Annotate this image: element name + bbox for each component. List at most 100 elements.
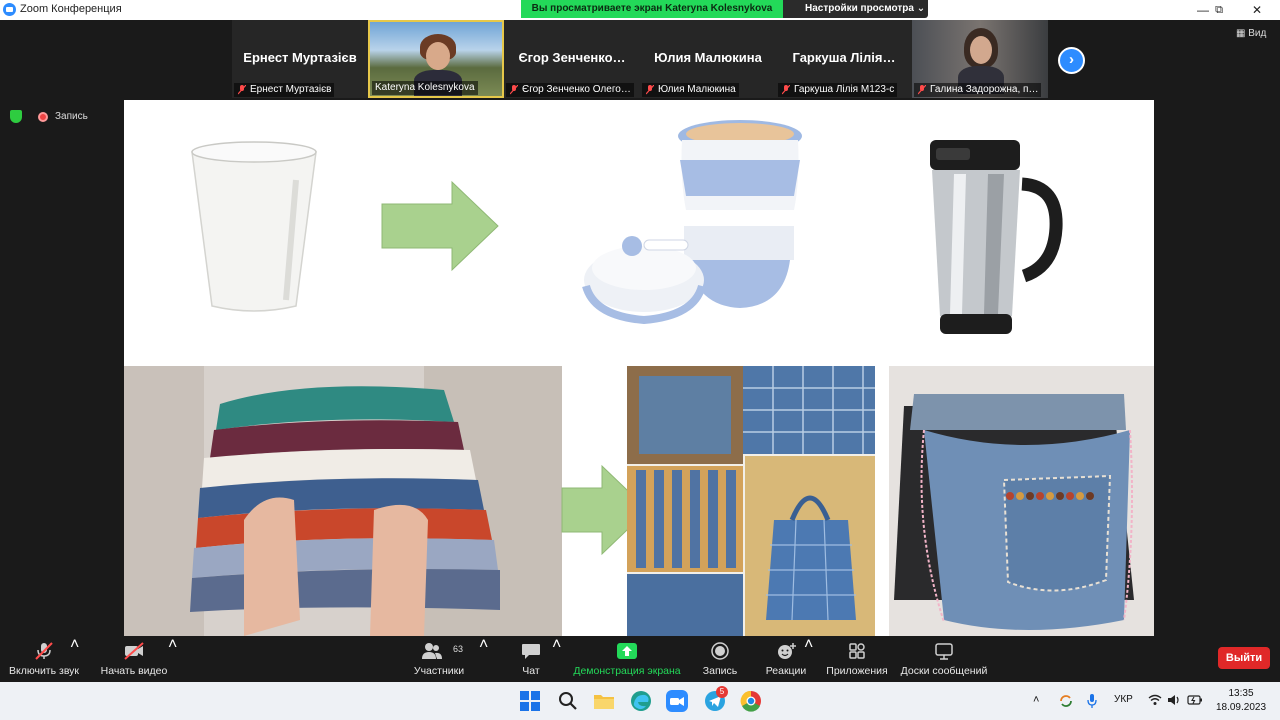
participant-caption-text: Kateryna Kolesnykova xyxy=(375,82,475,93)
microphone-icon[interactable] xyxy=(1086,693,1098,709)
record-button[interactable]: Запись xyxy=(696,636,744,682)
recording-dot-icon xyxy=(38,112,48,122)
participant-name-large: Юлия Малюкина xyxy=(654,50,762,65)
windows-start-icon[interactable] xyxy=(517,688,543,714)
slide-content xyxy=(124,120,1154,636)
battery-icon[interactable] xyxy=(1187,694,1203,706)
share-status-text: Вы просматриваете экран Kateryna Kolesny… xyxy=(521,0,783,18)
start-video-label: Начать видео xyxy=(100,665,168,677)
participant-caption-text: Галина Задорожна, п… xyxy=(930,84,1039,95)
whiteboard-icon xyxy=(935,643,953,660)
participant-tile[interactable]: Єгор Зенченко… Єгор Зенченко Олего… xyxy=(504,20,640,98)
video-off-icon xyxy=(124,642,144,660)
apps-label: Приложения xyxy=(826,665,888,677)
record-icon xyxy=(711,642,729,660)
participant-caption-text: Гаркуша Лілія М123-с xyxy=(794,84,895,95)
arrow-right-icon xyxy=(381,180,499,272)
next-page-button[interactable]: › xyxy=(1058,47,1085,74)
video-options-chevron-icon[interactable]: ˄ xyxy=(168,636,177,654)
view-button[interactable]: ▦ Вид xyxy=(1236,28,1266,39)
participant-name-large: Гаркуша Лілія… xyxy=(792,50,896,65)
unmute-label: Включить звук xyxy=(8,665,80,677)
participants-count: 63 xyxy=(453,644,464,654)
participant-face xyxy=(970,36,992,64)
denim-collage-image xyxy=(627,366,875,636)
participant-tile-video[interactable]: Галина Задорожна, п… xyxy=(912,20,1048,98)
windows-taskbar: 5 ˄ УКР 13:35 18.09.2023 xyxy=(0,682,1280,720)
participant-caption: Юлия Малюкина xyxy=(642,83,739,97)
participant-caption: Галина Задорожна, п… xyxy=(914,83,1042,97)
zoom-app-icon[interactable] xyxy=(664,688,690,714)
muted-mic-icon xyxy=(35,642,53,660)
meeting-toolbar: Включить звук ˄ Начать видео ˄ 63 Участн… xyxy=(0,636,1280,682)
share-screen-button[interactable]: Демонстрация экрана xyxy=(570,636,684,682)
participant-tile[interactable]: Гаркуша Лілія… Гаркуша Лілія М123-с xyxy=(776,20,912,98)
share-screen-icon xyxy=(617,643,637,659)
participant-caption: Єгор Зенченко Олего… xyxy=(506,83,634,97)
leave-meeting-button[interactable]: Выйти xyxy=(1218,647,1270,669)
travel-mug-image xyxy=(930,140,1063,334)
reactions-icon xyxy=(778,643,796,659)
chat-chevron-icon[interactable]: ˄ xyxy=(552,636,561,654)
shield-icon xyxy=(10,110,22,123)
whiteboards-button[interactable]: Доски сообщений xyxy=(896,636,992,682)
file-explorer-icon[interactable] xyxy=(591,688,617,714)
participants-icon xyxy=(422,643,442,659)
clothes-stack-image xyxy=(124,366,562,636)
maximize-button[interactable]: ⧉ xyxy=(1204,1,1234,19)
muted-mic-icon xyxy=(238,85,246,95)
participants-button[interactable]: 63 Участники xyxy=(408,636,470,682)
telegram-badge: 5 xyxy=(716,686,728,698)
participant-tile[interactable]: Юлия Малюкина Юлия Малюкина xyxy=(640,20,776,98)
reactions-chevron-icon[interactable]: ˄ xyxy=(804,636,813,654)
close-button[interactable]: ✕ xyxy=(1242,1,1272,19)
participant-caption: Ернест Муртазієв xyxy=(234,83,335,97)
search-icon[interactable] xyxy=(555,688,581,714)
shared-slide xyxy=(124,100,1154,636)
muted-mic-icon xyxy=(782,85,790,95)
denim-apron-image xyxy=(889,366,1154,636)
chrome-browser-icon[interactable] xyxy=(738,688,764,714)
wifi-icon[interactable] xyxy=(1148,694,1162,706)
chat-button[interactable]: Чат xyxy=(510,636,552,682)
participant-tile[interactable]: Ернест Муртазієв Ернест Муртазієв xyxy=(232,20,368,98)
system-clock[interactable]: 13:35 18.09.2023 xyxy=(1214,687,1268,715)
collapsible-cup-image xyxy=(582,120,802,325)
recording-label: Запись xyxy=(55,111,88,122)
clock-date: 18.09.2023 xyxy=(1215,702,1267,713)
participant-name-large: Єгор Зенченко… xyxy=(518,50,626,65)
reactions-label: Реакции xyxy=(765,665,807,677)
participant-name-large: Ернест Муртазієв xyxy=(243,50,357,65)
apps-button[interactable]: Приложения xyxy=(822,636,892,682)
participant-caption-text: Єгор Зенченко Олего… xyxy=(522,84,631,95)
edge-browser-icon[interactable] xyxy=(628,688,654,714)
participant-caption: Гаркуша Лілія М123-с xyxy=(778,83,898,97)
tray-overflow-chevron-icon[interactable]: ˄ xyxy=(1033,694,1039,706)
audio-options-chevron-icon[interactable]: ˄ xyxy=(70,636,79,654)
share-screen-label: Демонстрация экрана xyxy=(573,665,681,677)
view-settings-button[interactable]: Настройки просмотра ⌄ xyxy=(783,0,928,18)
chat-label: Чат xyxy=(522,665,540,677)
zoom-logo-icon xyxy=(3,3,16,16)
input-language[interactable]: УКР xyxy=(1114,694,1133,705)
apps-icon xyxy=(849,643,865,659)
muted-mic-icon xyxy=(918,85,926,95)
record-label: Запись xyxy=(702,665,738,677)
participant-caption-text: Ернест Муртазієв xyxy=(250,84,332,95)
start-video-button[interactable]: Начать видео xyxy=(96,636,172,682)
muted-mic-icon xyxy=(510,85,518,95)
paper-cup-image xyxy=(191,141,317,312)
screen-share-banner: Вы просматриваете экран Kateryna Kolesny… xyxy=(521,0,928,18)
participant-caption-text: Юлия Малюкина xyxy=(658,84,736,95)
muted-mic-icon xyxy=(646,85,654,95)
sync-icon[interactable] xyxy=(1058,694,1074,708)
participants-label: Участники xyxy=(413,665,465,677)
volume-icon[interactable] xyxy=(1167,694,1181,706)
participant-caption: Kateryna Kolesnykova xyxy=(372,81,478,95)
participants-chevron-icon[interactable]: ˄ xyxy=(479,636,488,654)
participant-face-front xyxy=(426,42,450,70)
chat-icon xyxy=(522,644,540,659)
clock-time: 13:35 xyxy=(1228,688,1254,699)
participant-tile-video[interactable]: Kateryna Kolesnykova xyxy=(368,20,504,98)
window-title: Zoom Конференция xyxy=(20,3,122,15)
